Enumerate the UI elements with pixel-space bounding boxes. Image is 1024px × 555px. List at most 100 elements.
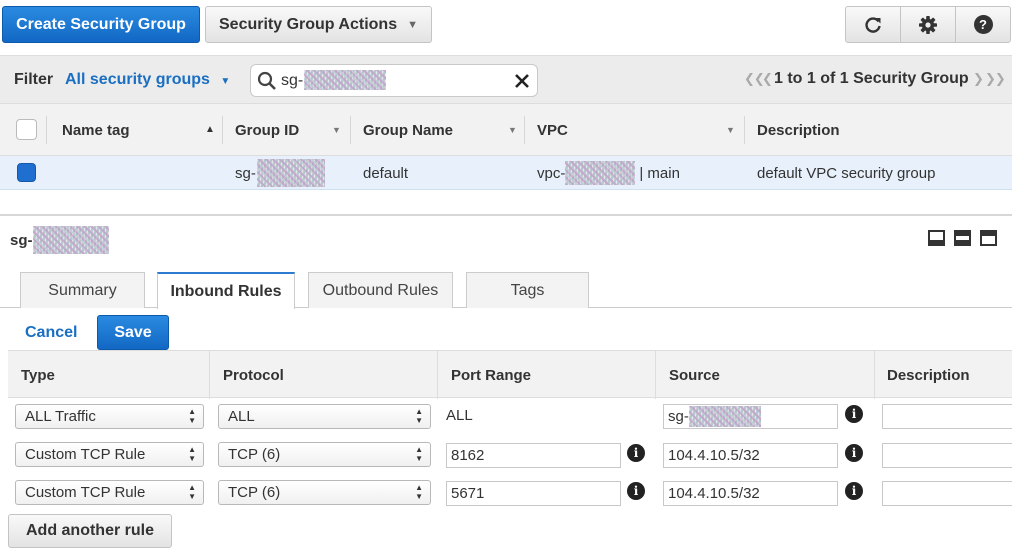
pane-splitter[interactable] [0, 214, 1012, 216]
clear-icon[interactable] [514, 73, 530, 89]
rule-source-input[interactable]: 104.4.10.5/32 [663, 481, 838, 506]
filter-label: Filter [14, 71, 54, 88]
rule-description-input[interactable] [882, 404, 1012, 429]
prev-page-icon[interactable]: ❮ [762, 71, 773, 87]
rule-type-select[interactable]: Custom TCP Rule ▲ ▼ [15, 442, 204, 467]
create-security-group-button[interactable]: Create Security Group [2, 6, 200, 43]
rule-description-input[interactable] [882, 443, 1012, 468]
save-button[interactable]: Save [97, 315, 169, 350]
sort-icon[interactable]: ▼ [508, 125, 517, 135]
group-id-prefix: sg- [235, 164, 256, 182]
column-header-label: Description [757, 121, 840, 139]
cell-group-id: sg- [235, 156, 325, 190]
sort-icon[interactable]: ▼ [332, 125, 341, 135]
rules-header-protocol: Protocol [223, 366, 284, 384]
column-header-group-id[interactable]: Group ID [235, 104, 299, 156]
rules-header-type: Type [21, 366, 55, 384]
layout-bottom-icon[interactable] [928, 230, 945, 246]
column-header-vpc[interactable]: VPC [537, 104, 568, 156]
info-icon[interactable]: i [845, 405, 863, 423]
info-icon[interactable]: i [845, 444, 863, 462]
chevron-down-icon: ▼ [220, 76, 231, 87]
rule-protocol-value: ALL [228, 408, 255, 425]
column-header-label: Group ID [235, 121, 300, 139]
refresh-button[interactable] [845, 6, 901, 43]
tab-summary[interactable]: Summary [20, 272, 145, 308]
rule-source-input[interactable]: sg- [663, 404, 838, 429]
rule-protocol-value: TCP (6) [228, 446, 281, 463]
rule-port-range-input[interactable]: 8162 [446, 443, 621, 468]
column-header-name-tag[interactable]: Name tag [62, 104, 130, 156]
table-row[interactable]: sg- default vpc- | main default VPC secu… [0, 156, 1012, 190]
filter-dropdown-label: All security groups [65, 71, 210, 88]
tab-label: Outbound Rules [322, 281, 439, 299]
info-icon[interactable]: i [627, 444, 645, 462]
rule-port-range-value: 8162 [451, 447, 485, 464]
tab-tags[interactable]: Tags [466, 272, 589, 308]
rule-port-range-input[interactable]: 5671 [446, 481, 621, 506]
rule-type-select[interactable]: ALL Traffic ▲ ▼ [15, 404, 204, 429]
rule-source-value: 104.4.10.5/32 [668, 485, 760, 502]
refresh-icon [865, 16, 881, 33]
detail-title: sg- [10, 226, 109, 254]
pagination-text: 1 to 1 of 1 Security Group [774, 70, 969, 87]
row-checkbox[interactable] [17, 163, 36, 182]
rule-protocol-select[interactable]: TCP (6) ▲ ▼ [218, 480, 431, 505]
select-arrows-icon: ▲ ▼ [415, 483, 423, 501]
search-input[interactable]: sg- [250, 64, 538, 97]
tab-inbound-rules[interactable]: Inbound Rules [157, 272, 295, 309]
rule-source-input[interactable]: 104.4.10.5/32 [663, 443, 838, 468]
security-groups-table-header: Name tag ▲ Group ID ▼ Group Name ▼ VPC ▼… [0, 104, 1012, 156]
column-header-description[interactable]: Description [757, 104, 840, 156]
redacted-id [565, 161, 636, 185]
rule-description-input[interactable] [882, 481, 1012, 506]
rules-header-port-range: Port Range [451, 366, 532, 384]
rule-type-select[interactable]: Custom TCP Rule ▲ ▼ [15, 480, 204, 505]
sort-asc-icon[interactable]: ▲ [205, 124, 215, 135]
select-arrows-icon: ▲ ▼ [188, 483, 196, 501]
security-group-actions-button[interactable]: Security Group Actions ▼ [205, 6, 432, 43]
column-header-label: Group Name [363, 121, 454, 139]
tab-label: Inbound Rules [170, 282, 282, 300]
rule-type-value: Custom TCP Rule [25, 446, 146, 463]
select-all-checkbox[interactable] [16, 119, 37, 140]
search-icon [257, 71, 276, 90]
rule-protocol-select[interactable]: ALL ▲ ▼ [218, 404, 431, 429]
help-button[interactable]: ? [955, 6, 1011, 43]
chevron-down-icon: ▼ [407, 18, 418, 31]
rule-source-value: 104.4.10.5/32 [668, 447, 760, 464]
rule-port-range-value: 5671 [451, 485, 485, 502]
detail-title-prefix: sg- [10, 231, 33, 249]
settings-button[interactable] [900, 6, 956, 43]
rules-header-source: Source [669, 366, 720, 384]
layout-top-icon[interactable] [980, 230, 997, 246]
redacted-id [304, 70, 386, 90]
redacted-id [256, 159, 325, 187]
next-page-icon[interactable]: ❯ [973, 71, 984, 87]
tab-outbound-rules[interactable]: Outbound Rules [308, 272, 453, 308]
sort-icon[interactable]: ▼ [726, 125, 735, 135]
info-icon[interactable]: i [627, 482, 645, 500]
gear-icon [919, 15, 937, 34]
info-icon[interactable]: i [845, 482, 863, 500]
first-page-icon[interactable]: ❮❮ [744, 71, 765, 87]
cell-group-name: default [363, 164, 409, 182]
rule-type-value: Custom TCP Rule [25, 484, 146, 501]
cancel-link[interactable]: Cancel [25, 324, 77, 342]
add-another-rule-button[interactable]: Add another rule [8, 514, 172, 548]
layout-split-icon[interactable] [954, 230, 971, 246]
rule-type-value: ALL Traffic [25, 408, 96, 425]
rule-protocol-select[interactable]: TCP (6) ▲ ▼ [218, 442, 431, 467]
vpc-prefix: vpc- [537, 164, 566, 182]
redacted-id [688, 406, 761, 427]
search-value: sg- [281, 72, 304, 89]
security-group-filter-dropdown[interactable]: All security groups ▼ [65, 71, 230, 89]
last-page-icon[interactable]: ❯❯ [985, 71, 1006, 87]
tab-label: Summary [48, 281, 117, 299]
create-security-group-label: Create Security Group [16, 15, 186, 33]
select-arrows-icon: ▲ ▼ [188, 407, 196, 425]
rule-port-range-value: ALL [446, 407, 473, 424]
redacted-id [32, 226, 109, 254]
panel-layout-icon[interactable] [928, 230, 997, 246]
column-header-group-name[interactable]: Group Name [363, 104, 453, 156]
